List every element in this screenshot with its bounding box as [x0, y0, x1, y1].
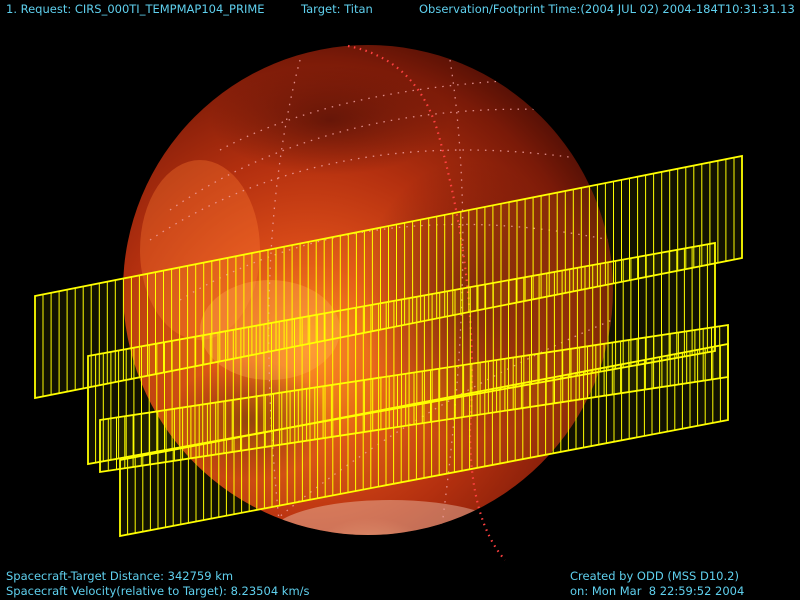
- created-on: on: Mon Mar 8 22:59:52 2004: [570, 584, 745, 598]
- titan-scene: [34, 44, 743, 561]
- spacecraft-distance: Spacecraft-Target Distance: 342759 km: [6, 569, 234, 583]
- observation-time: Observation/Footprint Time:(2004 JUL 02)…: [419, 2, 795, 16]
- created-by: Created by ODD (MSS D10.2): [570, 569, 739, 583]
- target-label: Target: Titan: [301, 2, 373, 16]
- spacecraft-velocity: Spacecraft Velocity(relative to Target):…: [6, 584, 310, 598]
- request-label: 1. Request: CIRS_000TI_TEMPMAP104_PRIME: [6, 2, 265, 16]
